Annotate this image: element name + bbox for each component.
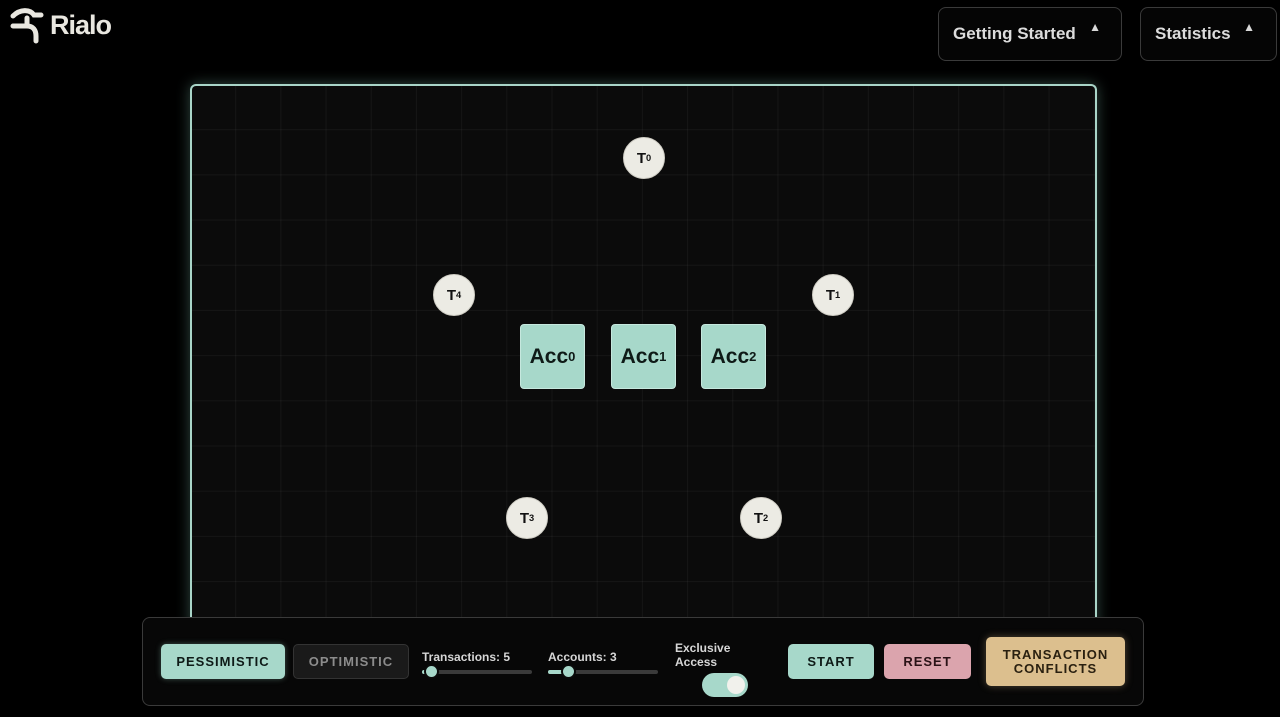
transaction-node-t4[interactable]: T4 [433, 274, 475, 316]
account-node-acc2[interactable]: Acc 2 [701, 324, 766, 389]
slider-handle[interactable] [560, 664, 576, 679]
triangle-up-icon: ▲ [1089, 20, 1101, 34]
getting-started-dropdown[interactable]: Getting Started ▲ [938, 7, 1122, 61]
slider-track[interactable] [422, 664, 532, 679]
transaction-conflicts-button[interactable]: TRANSACTION CONFLICTS [986, 637, 1125, 686]
slider-handle[interactable] [423, 664, 439, 679]
transaction-conflicts-label: TRANSACTION CONFLICTS [1002, 646, 1109, 676]
optimistic-mode-button[interactable]: OPTIMISTIC [293, 644, 409, 679]
transaction-node-t1[interactable]: T1 [812, 274, 854, 316]
getting-started-label: Getting Started [953, 24, 1076, 43]
rialo-logo-icon [10, 8, 44, 44]
account-node-acc0[interactable]: Acc 0 [520, 324, 585, 389]
accounts-slider-label: Accounts: 3 [548, 650, 617, 664]
control-panel: PESSIMISTIC OPTIMISTIC Transactions: 5 A… [142, 617, 1144, 706]
pessimistic-mode-button[interactable]: PESSIMISTIC [161, 644, 285, 679]
transaction-node-t0[interactable]: T0 [623, 137, 665, 179]
triangle-up-icon: ▲ [1243, 20, 1255, 34]
statistics-dropdown[interactable]: Statistics ▲ [1140, 7, 1277, 61]
transaction-node-t2[interactable]: T2 [740, 497, 782, 539]
transactions-slider-label: Transactions: 5 [422, 650, 511, 664]
statistics-label: Statistics [1155, 24, 1231, 43]
exclusive-access-label: Exclusive Access [675, 641, 731, 669]
brand-name: Rialo [50, 9, 112, 40]
reset-button[interactable]: RESET [884, 644, 971, 679]
start-button[interactable]: START [788, 644, 874, 679]
slider-track[interactable] [548, 664, 658, 679]
accounts-slider[interactable]: Accounts: 3 [548, 650, 658, 679]
transactions-slider[interactable]: Transactions: 5 [422, 650, 532, 679]
exclusive-access-toggle[interactable] [702, 673, 748, 697]
exclusive-access-control: Exclusive Access [675, 641, 775, 697]
transaction-node-t3[interactable]: T3 [506, 497, 548, 539]
rialo-logo[interactable]: Rialo [10, 6, 112, 44]
account-node-acc1[interactable]: Acc 1 [611, 324, 676, 389]
toggle-knob [727, 676, 745, 694]
simulation-canvas: T0 T1 T2 T3 T4 Acc 0 Acc 1 Acc 2 [190, 84, 1097, 629]
